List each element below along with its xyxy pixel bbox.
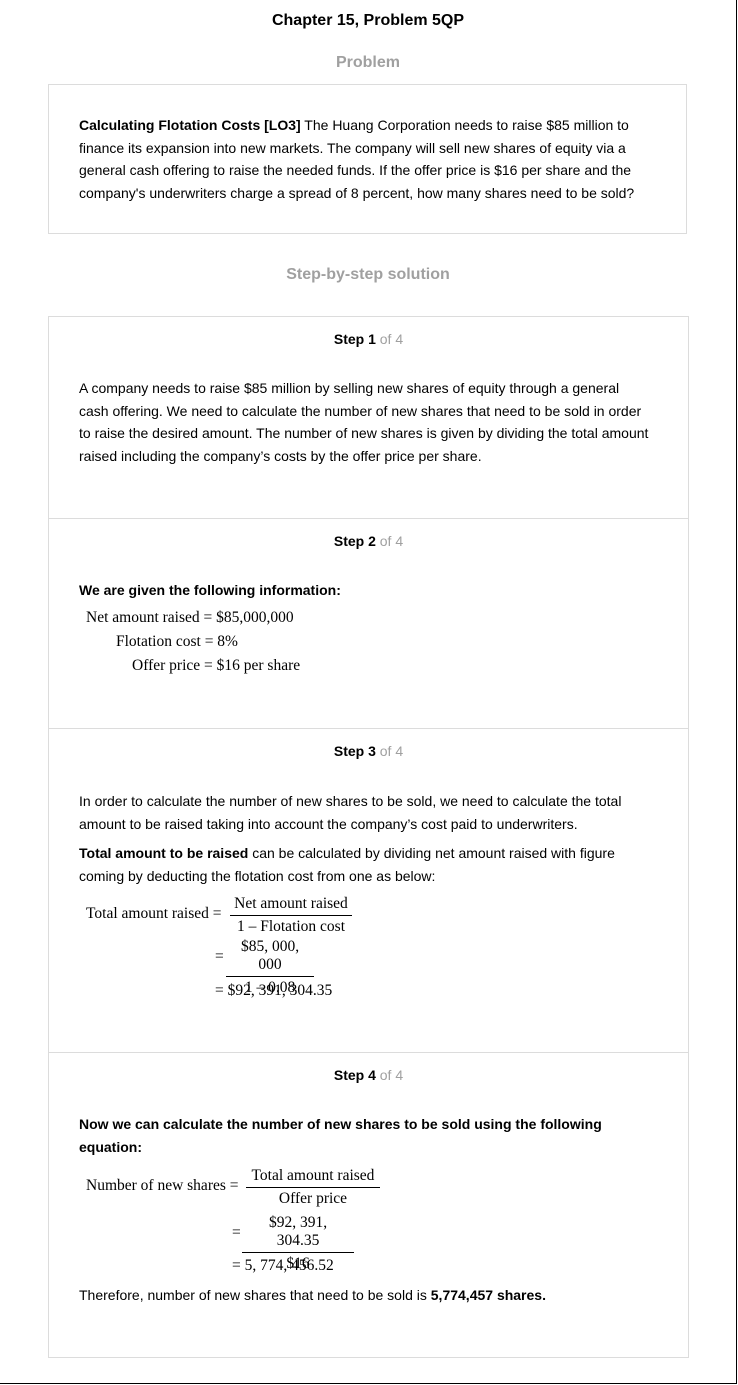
eq-sign: = [215,948,224,965]
problem-lead: Calculating Flotation Costs [LO3] [79,117,301,133]
step-1-panel: Step 1 of 4 A company needs to raise $85… [48,316,689,519]
conclusion-text: Therefore, number of new shares that nee… [79,1287,546,1303]
given-flotation-cost: Flotation cost = 8% [116,633,238,650]
step-4-heading: Now we can calculate the number of new s… [79,1116,602,1155]
step-4-panel: Step 4 of 4 Now we can calculate the num… [48,1052,689,1358]
given-net-amount: Net amount raised = $85,000,000 [86,609,294,626]
step-3-panel: Step 3 of 4 In order to calculate the nu… [48,728,689,1053]
step-4-header: Step 4 of 4 [333,1067,404,1083]
step-2-header: Step 2 of 4 [333,533,404,549]
solution-section-title: Step-by-step solution [286,266,450,283]
problem-text: Calculating Flotation Costs [LO3] The Hu… [79,117,635,201]
chapter-title: Chapter 15, Problem 5QP [271,12,465,29]
step-2-panel: Step 2 of 4 We are given the following i… [48,518,689,729]
eq-total-lhs: Total amount raised = [86,905,222,922]
eq-sign: = [232,1224,241,1241]
step-1-header: Step 1 of 4 [333,331,404,347]
step-1-text: A company needs to raise $85 million by … [79,380,649,464]
shares-result: = 5, 774, 456.52 [232,1257,334,1274]
step-2-heading: We are given the following information: [79,582,341,598]
step-3-header: Step 3 of 4 [333,743,404,759]
final-answer: 5,774,457 shares. [430,1287,546,1303]
problem-box: Calculating Flotation Costs [LO3] The Hu… [48,84,687,234]
fraction-total-formula: Net amount raised 1 – Flotation cost [230,895,352,936]
total-amount-label: Total amount to be raised [79,845,249,861]
fraction-shares-formula: Total amount raised Offer price [246,1167,380,1208]
eq-shares-lhs: Number of new shares = [86,1177,239,1194]
total-amount-result: = $92, 391, 304.35 [215,982,333,999]
step-3-text: In order to calculate the number of new … [79,793,622,884]
given-offer-price: Offer price = $16 per share [132,657,301,674]
problem-section-title: Problem [335,54,400,71]
